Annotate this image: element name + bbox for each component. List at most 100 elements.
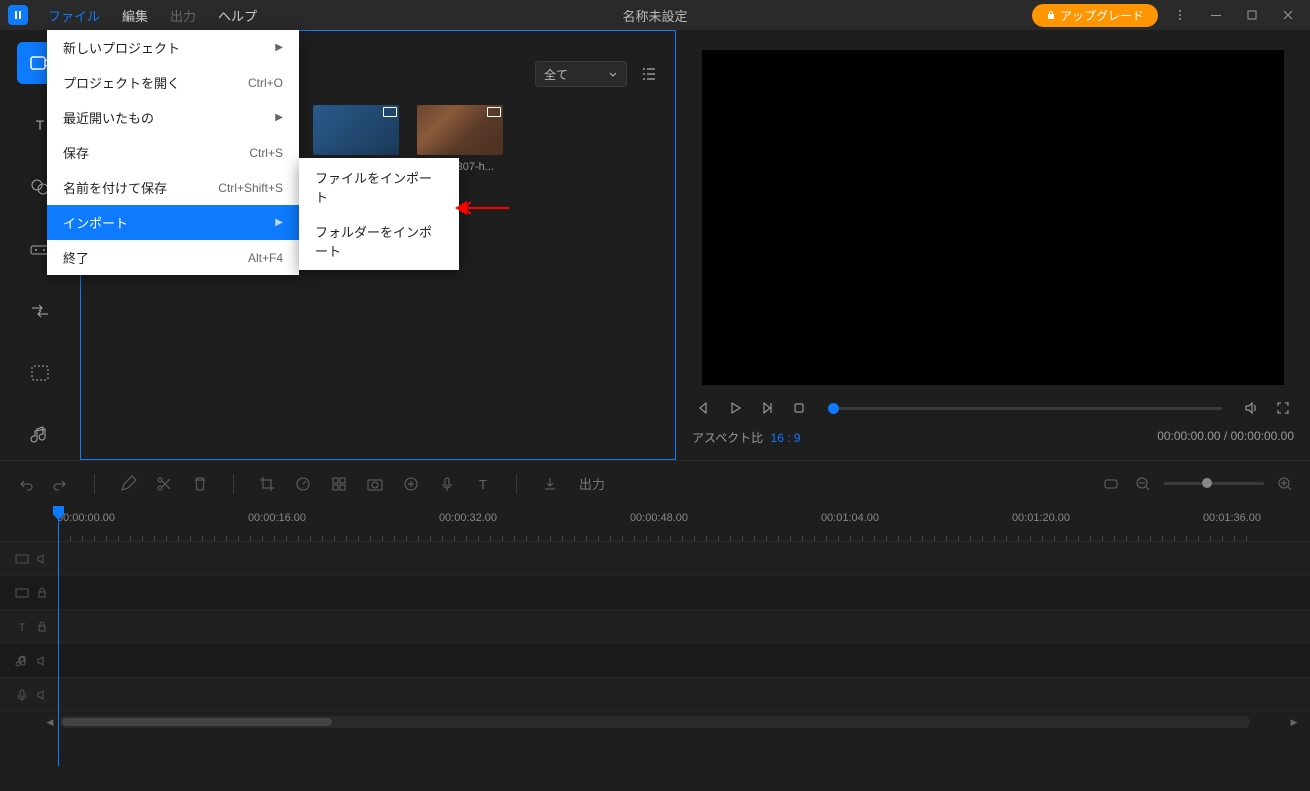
time-tick: 00:00:00.00 (57, 512, 115, 524)
volume-icon[interactable] (35, 688, 49, 702)
svg-text:T: T (479, 477, 487, 492)
split-button[interactable] (153, 473, 175, 495)
preview-seek-bar[interactable] (828, 407, 1222, 410)
menu-save-as[interactable]: 名前を付けて保存 Ctrl+Shift+S (47, 170, 299, 205)
time-tick: 00:01:20.00 (1012, 512, 1070, 524)
app-logo (8, 5, 28, 25)
minimize-button[interactable] (1202, 1, 1230, 29)
mosaic-button[interactable] (328, 473, 350, 495)
lock-icon[interactable] (35, 586, 49, 600)
import-submenu: ファイルをインポート フォルダーをインポート (299, 158, 459, 270)
timeline-toolbar: T 出力 (0, 460, 1310, 506)
stop-button[interactable] (788, 397, 810, 419)
speed-button[interactable] (292, 473, 314, 495)
media-thumb-icon (417, 105, 503, 155)
time-ruler[interactable]: 00:00:00.00 00:00:16.00 00:00:32.00 00:0… (0, 506, 1310, 542)
scroll-right-button[interactable]: ▶ (1288, 716, 1300, 728)
lock-icon (1046, 10, 1056, 20)
preview-time: 00:00:00.00 / 00:00:00.00 (1157, 429, 1294, 446)
zoom-fit-button[interactable] (1100, 473, 1122, 495)
time-tick: 00:00:48.00 (630, 512, 688, 524)
timeline: 00:00:00.00 00:00:16.00 00:00:32.00 00:0… (0, 506, 1310, 736)
preview-video[interactable] (702, 50, 1284, 385)
redo-button[interactable] (50, 473, 72, 495)
text-icon: T (15, 620, 29, 634)
delete-button[interactable] (189, 473, 211, 495)
more-button[interactable] (1166, 1, 1194, 29)
menu-file[interactable]: ファイル (38, 2, 110, 29)
track-text[interactable]: T (0, 610, 1310, 644)
zoom-in-button[interactable] (1274, 473, 1296, 495)
submenu-import-file[interactable]: ファイルをインポート (299, 160, 459, 214)
voice-button[interactable] (436, 473, 458, 495)
media-filter-label: 全て (544, 66, 568, 83)
volume-icon[interactable] (35, 552, 49, 566)
sidebar-audio[interactable] (17, 414, 63, 456)
time-tick: 00:01:36.00 (1203, 512, 1261, 524)
sidebar-transitions[interactable] (17, 290, 63, 332)
track-audio[interactable] (0, 644, 1310, 678)
menu-recent[interactable]: 最近開いたもの ▶ (47, 100, 299, 135)
arrow-annotation (455, 200, 509, 216)
play-button[interactable] (724, 397, 746, 419)
freeze-button[interactable] (400, 473, 422, 495)
svg-text:T: T (36, 117, 45, 133)
playhead[interactable] (58, 506, 59, 766)
chevron-down-icon (608, 69, 618, 79)
menu-edit[interactable]: 編集 (112, 2, 158, 29)
timeline-scrollbar[interactable] (60, 716, 1250, 728)
maximize-button[interactable] (1238, 1, 1266, 29)
zoom-out-button[interactable] (1132, 473, 1154, 495)
aspect-value[interactable]: 16 : 9 (771, 431, 801, 445)
track-video-2[interactable] (0, 542, 1310, 576)
track-voice[interactable] (0, 678, 1310, 712)
text-tool-button[interactable]: T (472, 473, 494, 495)
zoom-slider[interactable] (1164, 482, 1264, 485)
list-view-button[interactable] (637, 62, 661, 86)
close-button[interactable] (1274, 1, 1302, 29)
svg-text:T: T (19, 622, 26, 634)
upgrade-button[interactable]: アップグレード (1032, 4, 1158, 27)
track-video-1[interactable] (0, 576, 1310, 610)
media-filter-dropdown[interactable]: 全て (535, 61, 627, 87)
media-thumb-icon (313, 105, 399, 155)
lock-icon[interactable] (35, 620, 49, 634)
menu-save[interactable]: 保存 Ctrl+S (47, 135, 299, 170)
titlebar: ファイル 編集 出力 ヘルプ 名称未設定 アップグレード (0, 0, 1310, 30)
export-button[interactable] (539, 473, 561, 495)
time-tick: 00:01:04.00 (821, 512, 879, 524)
chevron-right-icon: ▶ (275, 112, 283, 123)
undo-button[interactable] (14, 473, 36, 495)
next-frame-button[interactable] (756, 397, 778, 419)
export-label: 出力 (579, 474, 605, 493)
time-tick: 00:00:32.00 (439, 512, 497, 524)
time-tick: 00:00:16.00 (248, 512, 306, 524)
music-icon (15, 654, 29, 668)
window-title: 名称未設定 (622, 6, 687, 25)
chevron-right-icon: ▶ (275, 217, 283, 228)
menu-open-project[interactable]: プロジェクトを開く Ctrl+O (47, 65, 299, 100)
edit-button[interactable] (117, 473, 139, 495)
aspect-ratio: アスペクト比 16 : 9 (692, 429, 801, 446)
volume-button[interactable] (1240, 397, 1262, 419)
menu-import[interactable]: インポート ▶ (47, 205, 299, 240)
file-dropdown-menu: 新しいプロジェクト ▶ プロジェクトを開く Ctrl+O 最近開いたもの ▶ 保… (47, 30, 299, 275)
sidebar-elements[interactable] (17, 352, 63, 394)
menu-exit[interactable]: 終了 Alt+F4 (47, 240, 299, 275)
menu-export[interactable]: 出力 (160, 2, 206, 29)
film-icon (15, 552, 29, 566)
menu-help[interactable]: ヘルプ (208, 2, 267, 29)
mic-icon (15, 688, 29, 702)
volume-icon[interactable] (35, 654, 49, 668)
prev-frame-button[interactable] (692, 397, 714, 419)
crop-button[interactable] (256, 473, 278, 495)
chevron-right-icon: ▶ (275, 42, 283, 53)
fullscreen-button[interactable] (1272, 397, 1294, 419)
menu-new-project[interactable]: 新しいプロジェクト ▶ (47, 30, 299, 65)
upgrade-label: アップグレード (1060, 7, 1144, 24)
submenu-import-folder[interactable]: フォルダーをインポート (299, 214, 459, 268)
preview-panel: アスペクト比 16 : 9 00:00:00.00 / 00:00:00.00 (676, 30, 1310, 460)
menubar: ファイル 編集 出力 ヘルプ (38, 2, 267, 29)
scroll-left-button[interactable]: ◀ (44, 716, 56, 728)
snapshot-button[interactable] (364, 473, 386, 495)
